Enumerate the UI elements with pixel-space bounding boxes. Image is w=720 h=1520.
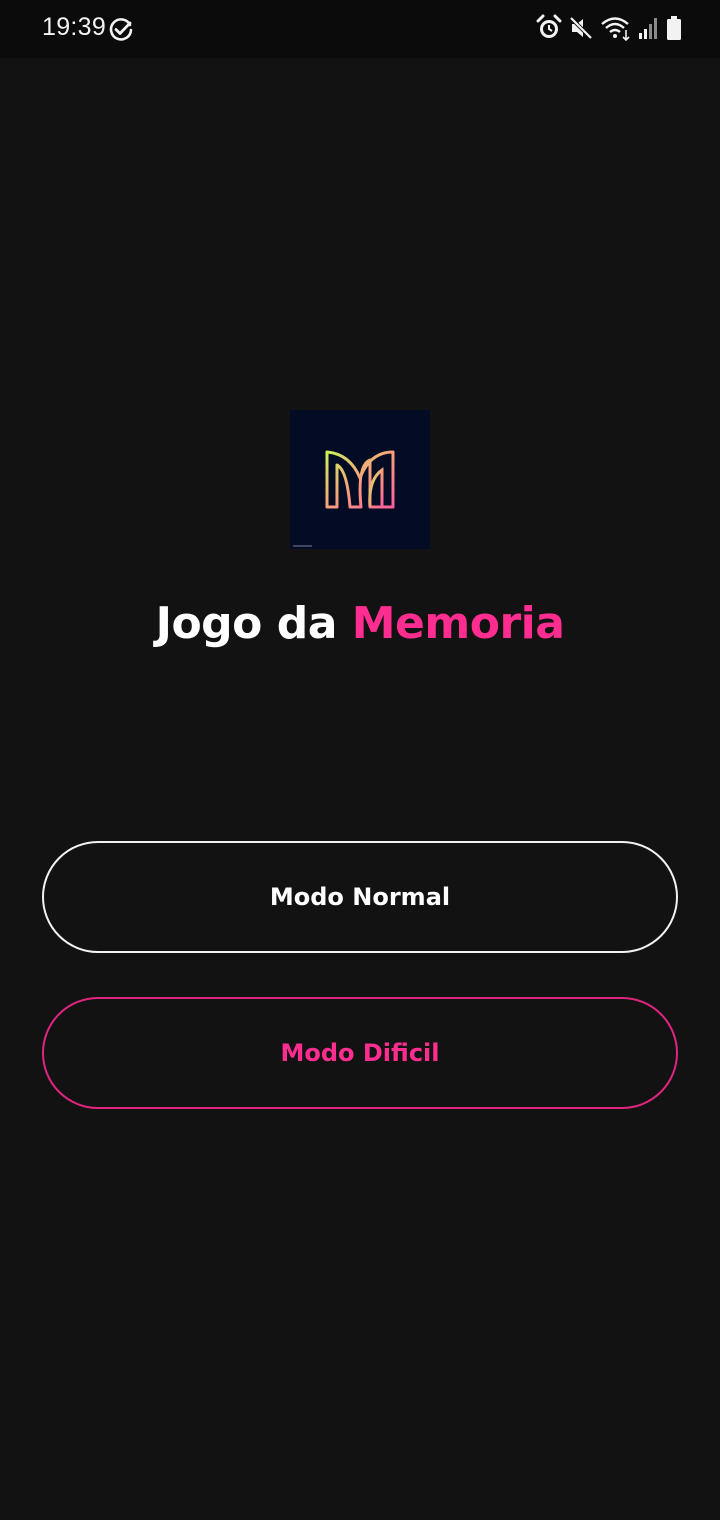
battery-icon — [666, 15, 682, 41]
mute-icon — [568, 14, 594, 42]
status-icons — [536, 14, 682, 42]
app-title: Jogo da Memoria — [0, 598, 720, 649]
status-time: 19:39 — [42, 13, 107, 41]
app-logo — [290, 410, 430, 549]
wifi-icon — [600, 14, 632, 42]
task-done-icon — [108, 17, 134, 43]
status-bar: 19:39 — [0, 0, 720, 58]
app-title-part2: Memoria — [351, 598, 565, 649]
hard-mode-label: Modo Dificil — [280, 1039, 440, 1067]
signal-icon — [638, 15, 660, 41]
normal-mode-label: Modo Normal — [269, 883, 451, 911]
normal-mode-button[interactable]: Modo Normal — [42, 841, 678, 953]
alarm-icon — [536, 14, 562, 42]
hard-mode-button[interactable]: Modo Dificil — [42, 997, 678, 1109]
app-title-part1: Jogo da — [155, 598, 352, 649]
